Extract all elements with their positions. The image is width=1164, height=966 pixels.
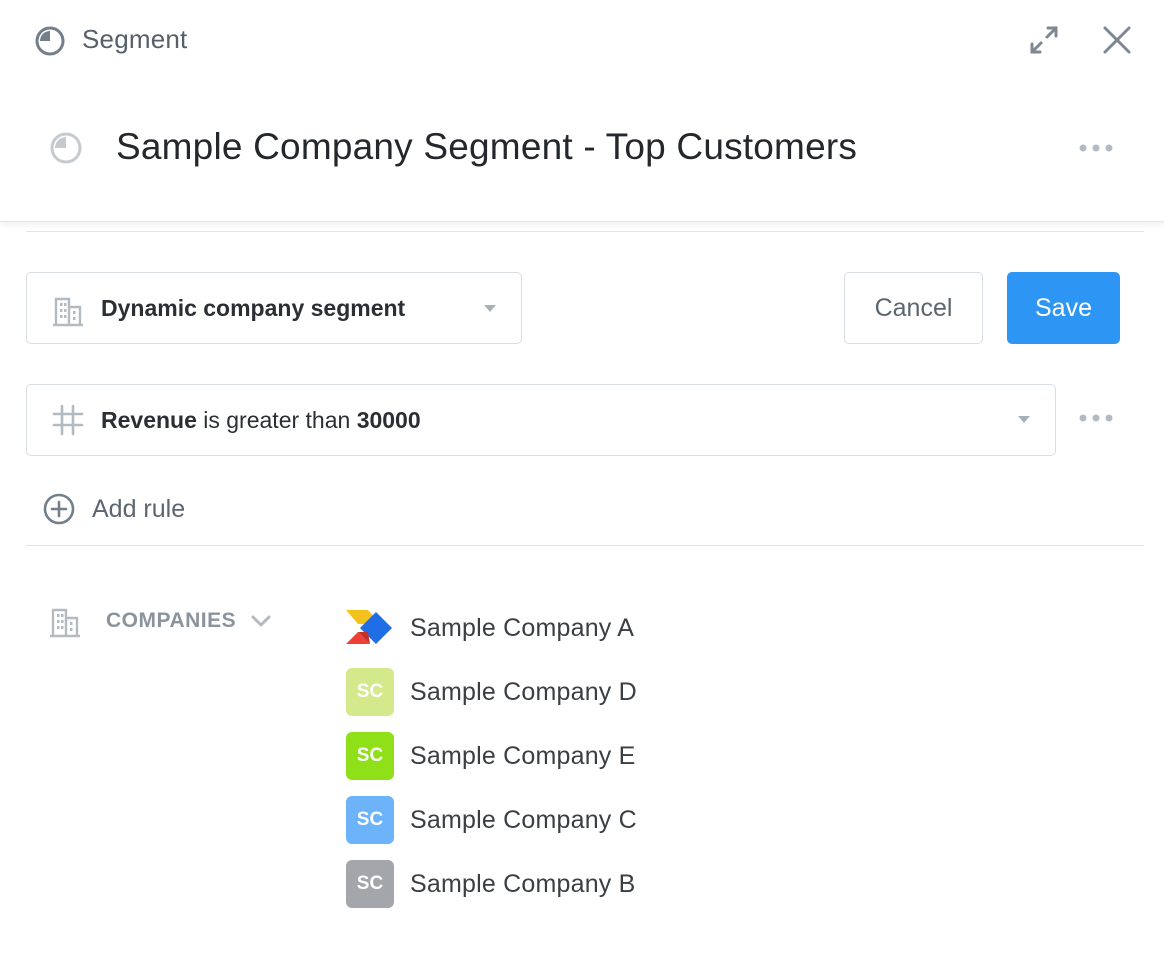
company-item[interactable]: Sample Company A (346, 596, 637, 660)
company-item[interactable]: SC Sample Company D (346, 660, 637, 724)
building-icon (53, 297, 83, 327)
rule-text: Revenue is greater than 30000 (101, 407, 421, 434)
segment-header: Sample Company Segment - Top Customers (0, 82, 1164, 222)
company-name: Sample Company E (410, 741, 636, 770)
caret-down-icon (484, 305, 496, 312)
company-avatar: SC (346, 668, 394, 716)
close-icon[interactable] (1099, 22, 1135, 58)
company-list: Sample Company A SC Sample Company D SC … (346, 596, 637, 916)
company-avatar: SC (346, 796, 394, 844)
company-name: Sample Company A (410, 613, 635, 642)
rule-operator: is greater than (196, 407, 357, 433)
expand-icon[interactable] (1026, 22, 1062, 58)
panel-title: Segment (82, 24, 188, 54)
rule-field: Revenue (101, 407, 197, 433)
company-avatar: SC (346, 732, 394, 780)
segment-type-label: Dynamic company segment (101, 295, 406, 321)
company-name: Sample Company C (410, 805, 637, 834)
hash-icon (52, 404, 84, 436)
divider (26, 231, 1144, 232)
rule-filter[interactable]: Revenue is greater than 30000 (26, 384, 1056, 456)
more-horizontal-icon[interactable] (1076, 140, 1116, 156)
building-icon (50, 608, 80, 638)
companies-toggle[interactable]: COMPANIES (48, 604, 272, 638)
company-name: Sample Company D (410, 677, 637, 706)
company-item[interactable]: SC Sample Company C (346, 788, 637, 852)
more-horizontal-icon[interactable] (1076, 410, 1116, 426)
segment-pie-icon (35, 26, 65, 56)
chevron-down-icon (251, 615, 271, 627)
plus-circle-icon (43, 493, 75, 525)
caret-down-icon (1018, 416, 1030, 423)
segment-type-select[interactable]: Dynamic company segment (26, 272, 522, 344)
rule-value: 30000 (356, 407, 421, 433)
segment-title[interactable]: Sample Company Segment - Top Customers (116, 126, 857, 168)
company-logo-icon (346, 610, 392, 644)
cancel-button[interactable]: Cancel (844, 272, 983, 344)
companies-label: COMPANIES (106, 609, 237, 632)
divider (26, 545, 1144, 546)
add-rule-button[interactable]: Add rule (42, 490, 185, 528)
add-rule-label: Add rule (92, 494, 186, 523)
top-bar: Segment (0, 0, 1164, 82)
company-item[interactable]: SC Sample Company E (346, 724, 637, 788)
save-button[interactable]: Save (1007, 272, 1120, 344)
company-avatar: SC (346, 860, 394, 908)
segment-pie-icon (50, 132, 82, 164)
company-item[interactable]: SC Sample Company B (346, 852, 637, 916)
company-name: Sample Company B (410, 869, 636, 898)
